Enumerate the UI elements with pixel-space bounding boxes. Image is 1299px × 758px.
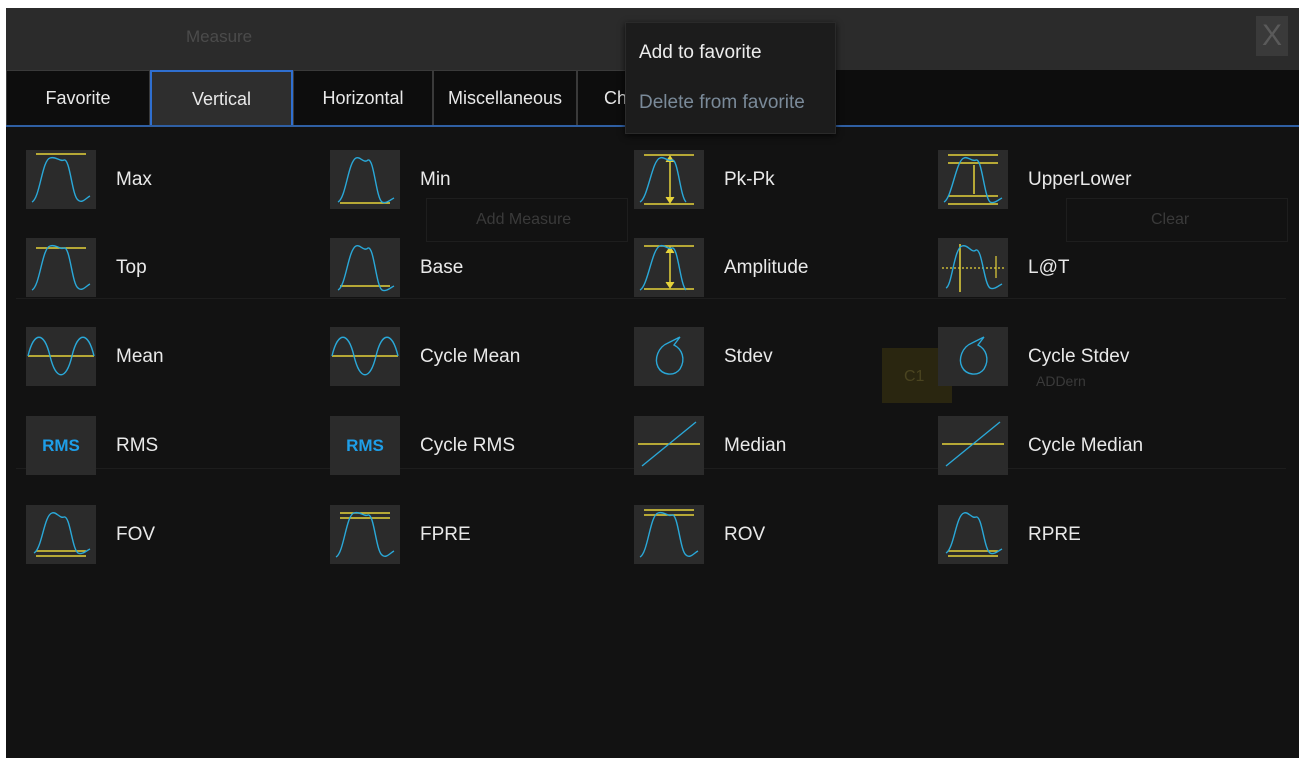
close-icon: X	[1261, 19, 1282, 52]
measure-item-cycle-stdev[interactable]: Cycle Stdev	[938, 327, 1228, 397]
measure-item-label: Amplitude	[724, 257, 809, 278]
measure-item-rms[interactable]: RMS RMS	[26, 416, 316, 486]
rpre-icon	[938, 505, 1008, 564]
tab-horizontal[interactable]: Horizontal	[293, 70, 433, 125]
close-button[interactable]: X	[1256, 16, 1288, 56]
measure-item-label: Cycle RMS	[420, 435, 516, 456]
amplitude-icon	[634, 238, 704, 297]
tab-favorite[interactable]: Favorite	[6, 70, 150, 125]
rms-icon: RMS	[26, 416, 96, 475]
measure-item-base[interactable]: Base	[330, 238, 620, 308]
median-icon	[634, 416, 704, 475]
delete-from-favorite-menu-item[interactable]: Delete from favorite	[639, 92, 805, 114]
measure-item-label: ROV	[724, 524, 766, 545]
measure-item-label: FPRE	[420, 524, 471, 545]
measure-item-top[interactable]: Top	[26, 238, 316, 308]
measure-item-label: Base	[420, 257, 464, 278]
tab-label: Vertical	[191, 89, 252, 109]
top-icon	[26, 238, 96, 297]
add-to-favorite-menu-item[interactable]: Add to favorite	[639, 42, 762, 64]
cycle-mean-icon	[330, 327, 400, 386]
measure-item-label: Min	[420, 169, 451, 190]
measure-item-label: Cycle Median	[1028, 435, 1144, 456]
measure-item-fov[interactable]: FOV	[26, 505, 316, 575]
level-at-trigger-icon	[938, 238, 1008, 297]
cycle-rms-icon: RMS	[330, 416, 400, 475]
measure-item-label: RPRE	[1028, 524, 1081, 545]
cycle-stdev-icon	[938, 327, 1008, 386]
measure-item-label: Cycle Stdev	[1028, 346, 1130, 367]
tab-label: Ch	[604, 88, 628, 108]
rov-icon	[634, 505, 704, 564]
max-icon	[26, 150, 96, 209]
measure-item-rpre[interactable]: RPRE	[938, 505, 1228, 575]
tab-label: Horizontal	[322, 88, 404, 108]
rms-icon-text: RMS	[42, 436, 80, 455]
measure-item-cycle-median[interactable]: Cycle Median	[938, 416, 1228, 486]
measure-item-label: UpperLower	[1028, 169, 1132, 190]
measure-item-rov[interactable]: ROV	[634, 505, 924, 575]
measure-item-label: Stdev	[724, 346, 773, 367]
measure-item-upper-lower[interactable]: UpperLower	[938, 150, 1228, 220]
measure-item-label: L@T	[1028, 257, 1070, 278]
fpre-icon	[330, 505, 400, 564]
fov-icon	[26, 505, 96, 564]
measure-item-label: RMS	[116, 435, 159, 456]
measure-item-level-at-trigger[interactable]: L@T	[938, 238, 1228, 308]
tab-miscellaneous[interactable]: Miscellaneous	[433, 70, 577, 125]
dialog-title: Measure	[186, 27, 253, 46]
measure-item-max[interactable]: Max	[26, 150, 316, 220]
base-icon	[330, 238, 400, 297]
measure-item-label: Mean	[116, 346, 164, 367]
tab-vertical[interactable]: Vertical	[150, 70, 293, 125]
tab-label: Miscellaneous	[447, 88, 563, 108]
measure-item-median[interactable]: Median	[634, 416, 924, 486]
tab-label: Favorite	[45, 88, 111, 108]
measure-item-label: Max	[116, 169, 152, 190]
measure-item-stdev[interactable]: Stdev	[634, 327, 924, 397]
min-icon	[330, 150, 400, 209]
measure-item-mean[interactable]: Mean	[26, 327, 316, 397]
measure-item-min[interactable]: Min	[330, 150, 620, 220]
measure-item-label: Median	[724, 435, 787, 456]
favorite-context-menu: Add to favorite Delete from favorite	[625, 22, 836, 134]
measure-item-label: Top	[116, 257, 147, 278]
measure-item-cycle-rms[interactable]: RMS Cycle RMS	[330, 416, 620, 486]
mean-icon	[26, 327, 96, 386]
stdev-icon	[634, 327, 704, 386]
measure-item-label: Cycle Mean	[420, 346, 521, 367]
measure-item-pk-pk[interactable]: Pk-Pk	[634, 150, 924, 220]
pk-pk-icon	[634, 150, 704, 209]
cycle-median-icon	[938, 416, 1008, 475]
measure-item-fpre[interactable]: FPRE	[330, 505, 620, 575]
measure-item-label: Pk-Pk	[724, 169, 775, 190]
measure-item-cycle-mean[interactable]: Cycle Mean	[330, 327, 620, 397]
upper-lower-icon	[938, 150, 1008, 209]
measure-item-label: FOV	[116, 524, 156, 545]
rms-icon-text: RMS	[346, 436, 384, 455]
measure-item-amplitude[interactable]: Amplitude	[634, 238, 924, 308]
